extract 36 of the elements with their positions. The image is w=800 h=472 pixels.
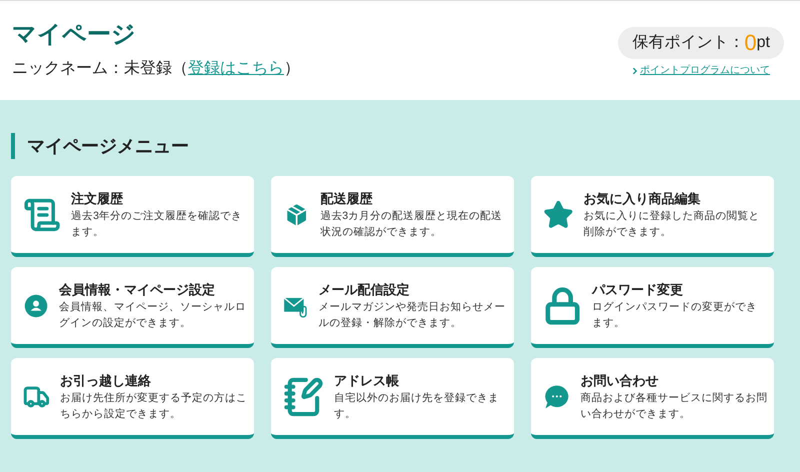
points-program-link[interactable]: ポイントプログラムについて [630,63,770,78]
menu-card[interactable]: アドレス帳 自宅以外のお届け先を登録できます。 [271,358,514,439]
section-heading: マイページメニュー [11,133,789,159]
card-title: お問い合わせ [580,372,660,390]
card-description: 過去3カ月分の配送履歴と現在の配送状況の確認ができます。 [320,208,504,240]
card-description: 過去3年分のご注文履歴を確認できます。 [71,208,244,240]
menu-card[interactable]: メール配信設定 メールマガジンや発売日お知らせメールの登録・解除ができます。 [271,267,514,348]
card-title: アドレス帳 [334,372,400,390]
points-value: 0 [744,32,757,54]
card-description: 会員情報、マイページ、ソーシャルログインの設定ができます。 [59,300,248,330]
points-label: 保有ポイント： [632,33,744,53]
chevron-right-icon [630,66,640,76]
card-title: 会員情報・マイページ設定 [59,280,216,298]
card-description: 自宅以外のお届け先を登録できます。 [334,390,500,422]
card-title: パスワード変更 [592,280,684,298]
card-title: 配送履歴 [320,190,374,208]
menu-card[interactable]: お引っ越し連絡 お届け先住所が変更する予定の方はこちらから設定できます。 [11,358,254,439]
menu-card[interactable]: パスワード変更 ログインパスワードの変更ができます。 [531,267,774,348]
card-description: お気に入りに登録した商品の閲覧と削除ができます。 [584,208,761,240]
menu-card[interactable]: お問い合わせ 商品および各種サービスに関するお問い合わせができます。 [531,358,774,439]
menu-card[interactable]: 注文履歴 過去3年分のご注文履歴を確認できます。 [11,176,254,257]
card-title: メール配信設定 [318,280,410,298]
register-link[interactable]: 登録はこちら [188,60,284,77]
card-description: ログインパスワードの変更ができます。 [592,300,758,330]
card-description: メールマガジンや発売日お知らせメールの登録・解除ができます。 [318,300,506,330]
menu-card[interactable]: 会員情報・マイページ設定 会員情報、マイページ、ソーシャルログインの設定ができます。 [11,267,254,348]
menu-card[interactable]: お気に入り商品編集 お気に入りに登録した商品の閲覧と削除ができます。 [531,176,774,257]
card-description: お届け先住所が変更する予定の方はこちらから設定できます。 [60,390,248,422]
card-title: 注文履歴 [71,190,124,208]
nickname-text: ニックネーム：未登録（登録はこちら） [12,58,300,79]
card-title: お引っ越し連絡 [60,372,152,390]
points-unit: pt [756,33,770,53]
card-title: お気に入り商品編集 [584,190,702,208]
page-title: マイページ [12,20,137,50]
card-description: 商品および各種サービスに関するお問い合わせができます。 [580,390,768,422]
menu-card[interactable]: 配送履歴 過去3カ月分の配送履歴と現在の配送状況の確認ができます。 [271,176,514,257]
